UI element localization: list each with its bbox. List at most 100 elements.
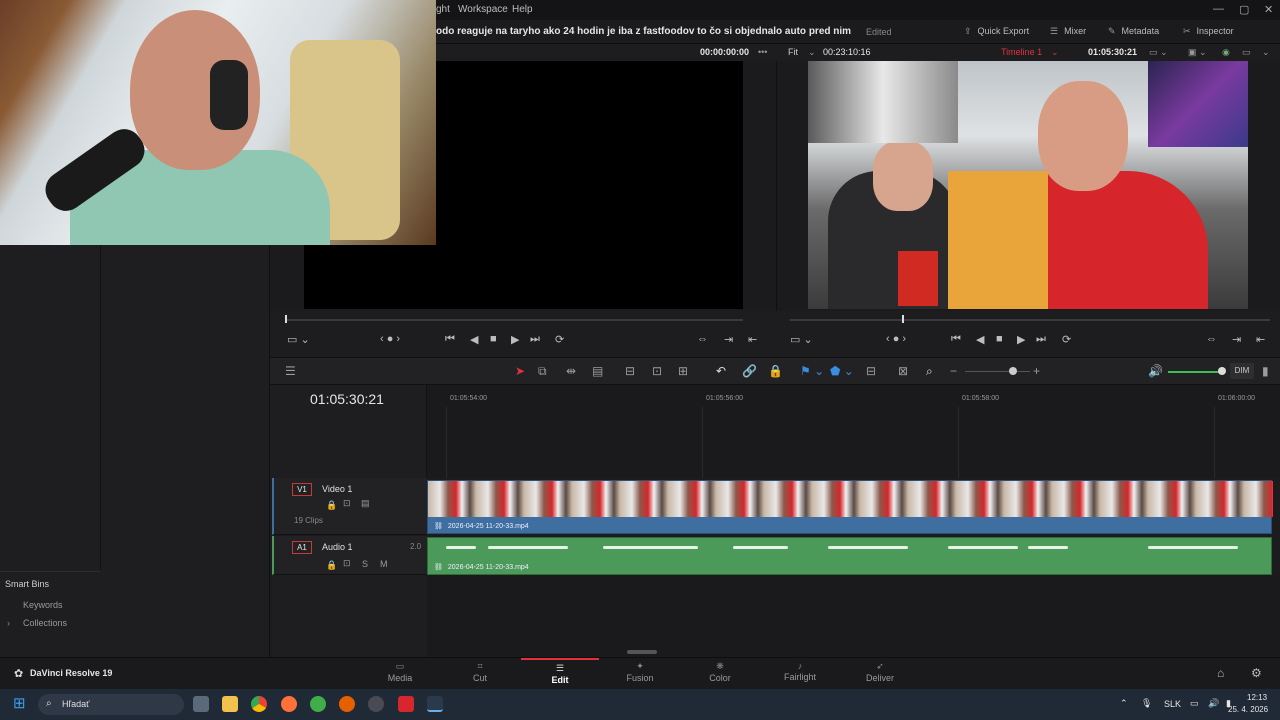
microphone-icon[interactable]: 🎙: [1141, 698, 1152, 709]
source-view-options-icon[interactable]: ▭ ⌄: [287, 333, 310, 346]
zoom-detail-icon[interactable]: ⊠: [898, 364, 908, 378]
track-header-v1[interactable]: V1 Video 1 🔒 ⊡ ▤ 19 Clips: [272, 478, 427, 535]
marker-icon[interactable]: ⬟ ⌄: [830, 364, 854, 378]
program-last-frame-icon[interactable]: ⏭: [1036, 333, 1046, 346]
metadata-button[interactable]: ✎ Metadata: [1108, 26, 1159, 37]
volume-icon[interactable]: 🔊: [1148, 364, 1163, 378]
smart-bin-keywords[interactable]: Keywords: [23, 600, 63, 610]
inspector-button[interactable]: ✂ Inspector: [1183, 26, 1234, 37]
dynamic-trim-icon[interactable]: ⇹: [566, 364, 576, 378]
mark-out-icon[interactable]: ⇤: [748, 333, 757, 346]
timeline-chevron-icon[interactable]: ⌄: [1051, 47, 1059, 58]
first-frame-icon[interactable]: ⏮: [445, 333, 455, 346]
viewer-layout-icon[interactable]: ▭ ⌄: [1149, 47, 1168, 58]
source-playhead[interactable]: [285, 315, 287, 323]
program-match-frame-icon[interactable]: ⇔: [1206, 333, 1217, 345]
windows-start-icon[interactable]: ⊞: [13, 696, 26, 712]
program-play-reverse-icon[interactable]: ◀: [976, 333, 984, 346]
fit-dropdown[interactable]: Fit: [788, 47, 798, 57]
last-frame-icon[interactable]: ⏭: [530, 333, 540, 346]
match-frame-icon[interactable]: ⇔: [697, 333, 708, 345]
program-play-icon[interactable]: ▶: [1017, 333, 1025, 346]
davinci-resolve-taskbar-icon[interactable]: [427, 696, 443, 712]
program-first-frame-icon[interactable]: ⏮: [951, 333, 961, 346]
program-mark-out-icon[interactable]: ⇤: [1256, 333, 1265, 346]
viewer-mode-icon[interactable]: ▣ ⌄: [1188, 47, 1207, 58]
program-playhead[interactable]: [902, 315, 904, 323]
audio-clip[interactable]: ⛓ 2026-04-25 11-20-33.mp4: [427, 537, 1272, 575]
color-picker-icon[interactable]: ◉: [1222, 47, 1230, 58]
dim-button[interactable]: DIM: [1230, 363, 1254, 379]
language-indicator[interactable]: SLK: [1164, 699, 1181, 709]
speaker-icon[interactable]: 🔊: [1208, 698, 1219, 709]
tab-cut[interactable]: ⌗ Cut: [441, 658, 519, 690]
tab-color[interactable]: ❋ Color: [681, 658, 759, 690]
trim-tool-icon[interactable]: ⧉: [538, 364, 547, 379]
chevron-right-icon[interactable]: ›: [7, 618, 10, 628]
menu-item-help[interactable]: Help: [512, 4, 533, 15]
zoom-full-icon[interactable]: ⊟: [866, 364, 876, 378]
chrome-icon[interactable]: [251, 696, 267, 712]
program-scrubber[interactable]: [790, 319, 1270, 321]
meters-icon[interactable]: ▮: [1262, 364, 1269, 378]
tab-media[interactable]: ▭ Media: [361, 658, 439, 690]
close-icon[interactable]: ✕: [1264, 3, 1273, 16]
smart-bin-collections[interactable]: Collections: [23, 618, 67, 628]
tray-chevron-icon[interactable]: ⌃: [1120, 698, 1128, 709]
source-options-icon[interactable]: •••: [758, 47, 767, 57]
chevron-down-icon[interactable]: ⌄: [808, 47, 816, 58]
replace-clip-icon[interactable]: ⊞: [678, 364, 688, 378]
volume-slider[interactable]: [1168, 371, 1222, 373]
blade-tool-icon[interactable]: ▤: [592, 364, 603, 378]
flag-icon[interactable]: ⚑ ⌄: [800, 364, 824, 378]
video-clip[interactable]: ⛓ 2026-04-25 11-20-33.mp4: [427, 480, 1273, 534]
zoom-slider-handle[interactable]: [1009, 367, 1017, 375]
home-icon[interactable]: ⌂: [1217, 666, 1224, 680]
program-loop-icon[interactable]: ⟳: [1062, 333, 1071, 346]
position-lock-icon[interactable]: 🔒: [768, 364, 783, 378]
track-header-a1[interactable]: A1 Audio 1 2.0 🔒 ⊡ S M: [272, 536, 427, 575]
program-mark-in-icon[interactable]: ⇥: [1232, 333, 1241, 346]
source-jog-icon[interactable]: ‹ ● ›: [380, 333, 400, 345]
firefox-icon[interactable]: [281, 696, 297, 712]
tab-deliver[interactable]: ➶ Deliver: [841, 658, 919, 690]
overwrite-clip-icon[interactable]: ⊡: [652, 364, 662, 378]
source-scrubber[interactable]: [285, 319, 743, 321]
tab-edit[interactable]: ☰ Edit: [521, 658, 599, 690]
quick-export-button[interactable]: ⇪ Quick Export: [964, 26, 1029, 37]
linked-selection-icon[interactable]: 🔗: [742, 364, 757, 378]
snapping-icon[interactable]: ↶: [716, 364, 726, 378]
program-view-options-icon[interactable]: ▭ ⌄: [790, 333, 813, 346]
volume-handle[interactable]: [1218, 367, 1226, 375]
menu-item-ght[interactable]: ght: [436, 4, 450, 15]
file-explorer-icon[interactable]: [222, 696, 238, 712]
program-stop-icon[interactable]: ■: [996, 333, 1003, 345]
menu-item-workspace[interactable]: Workspace: [458, 4, 508, 15]
audio-auto-select-icon[interactable]: ⊡: [343, 558, 351, 569]
zoom-out-icon[interactable]: −: [950, 364, 957, 378]
obs-icon[interactable]: [368, 696, 384, 712]
timeline-options-icon[interactable]: ☰: [285, 364, 296, 378]
selection-tool-icon[interactable]: ➤: [515, 364, 525, 378]
mark-in-icon[interactable]: ⇥: [724, 333, 733, 346]
tab-fairlight[interactable]: ♪ Fairlight: [761, 658, 839, 690]
track-name-v1[interactable]: Video 1: [322, 484, 352, 494]
solo-button[interactable]: S: [362, 559, 368, 569]
taskbar-search[interactable]: ⌕ Hľadať: [38, 694, 184, 715]
single-viewer-icon[interactable]: ▭: [1242, 47, 1251, 58]
zoom-slider-track[interactable]: [965, 371, 1030, 372]
auto-select-icon[interactable]: ⊡: [343, 498, 351, 509]
zoom-custom-icon[interactable]: ⌕: [926, 364, 933, 379]
play-reverse-icon[interactable]: ◀: [470, 333, 478, 346]
program-viewer-screen[interactable]: [808, 61, 1248, 309]
firefox-dev-icon[interactable]: [339, 696, 355, 712]
settings-gear-icon[interactable]: ⚙: [1251, 666, 1262, 680]
timeline-ruler[interactable]: 01:05:54:00 01:05:56:00 01:05:58:00 01:0…: [427, 385, 1280, 478]
minimize-icon[interactable]: —: [1213, 3, 1224, 15]
clock-date[interactable]: 25. 4. 2026: [1228, 705, 1268, 714]
task-view-icon[interactable]: [193, 696, 209, 712]
stop-icon[interactable]: ■: [490, 333, 497, 345]
zoom-in-icon[interactable]: +: [1033, 364, 1040, 378]
loop-icon[interactable]: ⟳: [555, 333, 564, 346]
xsplit-icon[interactable]: [398, 696, 414, 712]
